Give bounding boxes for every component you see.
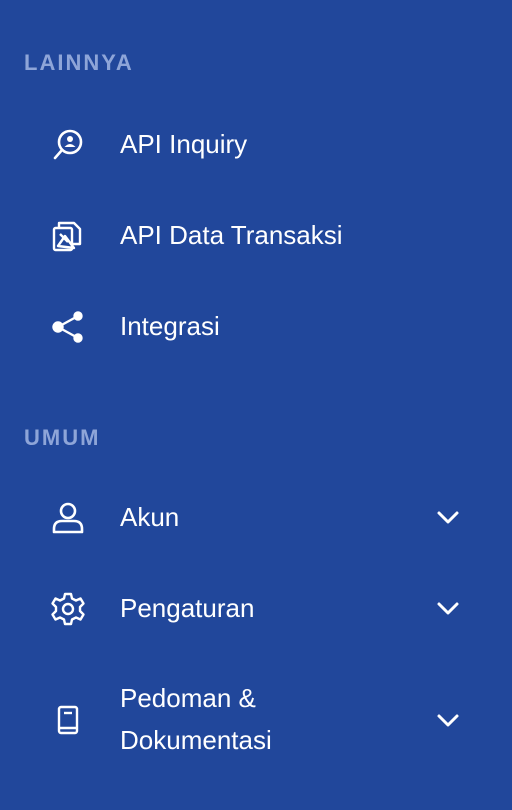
- sidebar-item-label: API Inquiry: [120, 129, 248, 159]
- documents-icon: [48, 216, 88, 256]
- user-icon: [48, 498, 88, 538]
- sidebar-item-label: Akun: [120, 502, 180, 532]
- sidebar-item-integrasi[interactable]: Integrasi: [0, 305, 512, 349]
- share-icon: [48, 307, 88, 347]
- search-user-icon: [48, 125, 88, 165]
- section-label-umum: UMUM: [24, 425, 101, 450]
- sidebar-item-label: Pedoman & Dokumentasi: [120, 677, 432, 761]
- sidebar-item-label: API Data Transaksi: [120, 220, 343, 250]
- chevron-down-icon[interactable]: [432, 502, 464, 534]
- chevron-down-icon[interactable]: [432, 705, 464, 737]
- sidebar: LAINNYA API Inquiry API Data Transaksi I…: [0, 0, 512, 810]
- section-label-lainnya: LAINNYA: [24, 50, 134, 75]
- label-line-2: Dokumentasi: [120, 725, 272, 755]
- label-line-1: Pedoman &: [120, 683, 256, 713]
- sidebar-item-pengaturan[interactable]: Pengaturan: [0, 587, 512, 631]
- sidebar-item-api-data-transaksi[interactable]: API Data Transaksi: [0, 214, 512, 258]
- sidebar-item-pedoman-dokumentasi[interactable]: Pedoman & Dokumentasi: [0, 677, 512, 763]
- sidebar-item-api-inquiry[interactable]: API Inquiry: [0, 123, 512, 167]
- sidebar-item-label: Pengaturan: [120, 593, 255, 623]
- sidebar-item-akun[interactable]: Akun: [0, 496, 512, 540]
- sidebar-item-label: Integrasi: [120, 311, 220, 341]
- book-icon: [48, 700, 88, 740]
- chevron-down-icon[interactable]: [432, 593, 464, 625]
- gear-icon: [48, 589, 88, 629]
